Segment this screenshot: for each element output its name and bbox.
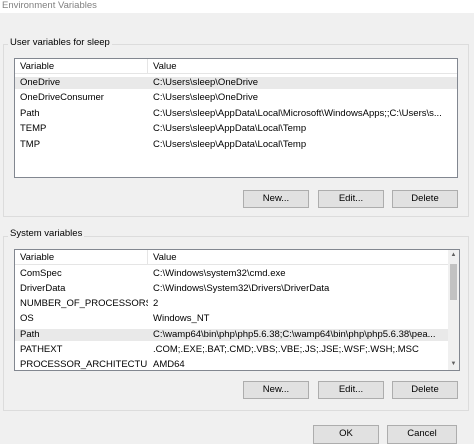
variable-value: C:\Users\sleep\AppData\Local\Temp [153,139,307,150]
system-new-button[interactable]: New... [243,381,309,399]
scrollbar-thumb[interactable] [450,264,457,300]
variable-value: 2 [153,298,159,309]
list-item[interactable]: OneDrive C:\Users\sleep\OneDrive [15,77,457,89]
variable-name: NUMBER_OF_PROCESSORS [20,298,148,309]
list-item[interactable]: OS Windows_NT [15,313,448,325]
variable-name: Path [20,108,40,119]
variable-name: PROCESSOR_ARCHITECTURE [20,359,148,370]
ok-button[interactable]: OK [313,425,379,444]
variable-name: Path [20,329,40,340]
scroll-up-arrow-icon[interactable]: ▲ [448,250,459,261]
list-item[interactable]: PATHEXT .COM;.EXE;.BAT;.CMD;.VBS;.VBE;.J… [15,344,448,356]
variable-value: AMD64 [153,359,185,370]
user-delete-button[interactable]: Delete [392,190,458,208]
user-list-header: Variable Value [15,59,457,74]
variable-value: C:\Users\sleep\OneDrive [153,77,259,88]
variable-value: C:\Users\sleep\AppData\Local\Temp [153,123,307,134]
variable-value: C:\Windows\system32\cmd.exe [153,268,286,279]
variable-value: C:\wamp64\bin\php\php5.6.38;C:\wamp64\bi… [153,329,436,340]
list-item[interactable]: ComSpec C:\Windows\system32\cmd.exe [15,268,448,280]
variable-name: OS [20,313,34,324]
variable-name: TEMP [20,123,47,134]
variable-name: PATHEXT [20,344,63,355]
list-item[interactable]: Path C:\Users\sleep\AppData\Local\Micros… [15,108,457,120]
list-item[interactable]: PROCESSOR_ARCHITECTURE AMD64 [15,359,448,370]
system-variables-label: System variables [8,228,85,239]
variable-value: C:\Windows\System32\Drivers\DriverData [153,283,330,294]
window-title: Environment Variables [0,0,474,13]
column-header-value[interactable]: Value [148,250,448,265]
variable-name: TMP [20,139,41,150]
variable-name: ComSpec [20,268,62,279]
list-item[interactable]: OneDriveConsumer C:\Users\sleep\OneDrive [15,92,457,104]
system-delete-button[interactable]: Delete [392,381,458,399]
list-item[interactable]: TMP C:\Users\sleep\AppData\Local\Temp [15,139,457,151]
variable-value: C:\Users\sleep\AppData\Local\Microsoft\W… [153,108,442,119]
variable-value: C:\Users\sleep\OneDrive [153,92,259,103]
variable-name: DriverData [20,283,66,294]
column-header-variable[interactable]: Variable [15,250,148,265]
list-item[interactable]: NUMBER_OF_PROCESSORS 2 [15,298,448,310]
list-item[interactable]: TEMP C:\Users\sleep\AppData\Local\Temp [15,123,457,135]
system-list-header: Variable Value [15,250,459,265]
scroll-down-arrow-icon[interactable]: ▼ [448,359,459,370]
list-item[interactable]: DriverData C:\Windows\System32\Drivers\D… [15,283,448,295]
user-edit-button[interactable]: Edit... [318,190,384,208]
variable-name: OneDriveConsumer [20,92,104,103]
variable-name: OneDrive [20,77,61,88]
list-item[interactable]: Path C:\wamp64\bin\php\php5.6.38;C:\wamp… [15,329,448,341]
variable-value: Windows_NT [153,313,210,324]
column-header-value[interactable]: Value [148,59,457,74]
user-variables-label: User variables for sleep [8,37,112,48]
column-header-variable[interactable]: Variable [15,59,148,74]
user-variables-list[interactable]: Variable Value OneDrive C:\Users\sleep\O… [14,58,458,178]
cancel-button[interactable]: Cancel [387,425,457,444]
user-new-button[interactable]: New... [243,190,309,208]
variable-value: .COM;.EXE;.BAT;.CMD;.VBS;.VBE;.JS;.JSE;.… [153,344,419,355]
system-edit-button[interactable]: Edit... [318,381,384,399]
system-variables-list[interactable]: Variable Value ComSpec C:\Windows\system… [14,249,460,371]
vertical-scrollbar[interactable]: ▲ ▼ [448,250,459,370]
